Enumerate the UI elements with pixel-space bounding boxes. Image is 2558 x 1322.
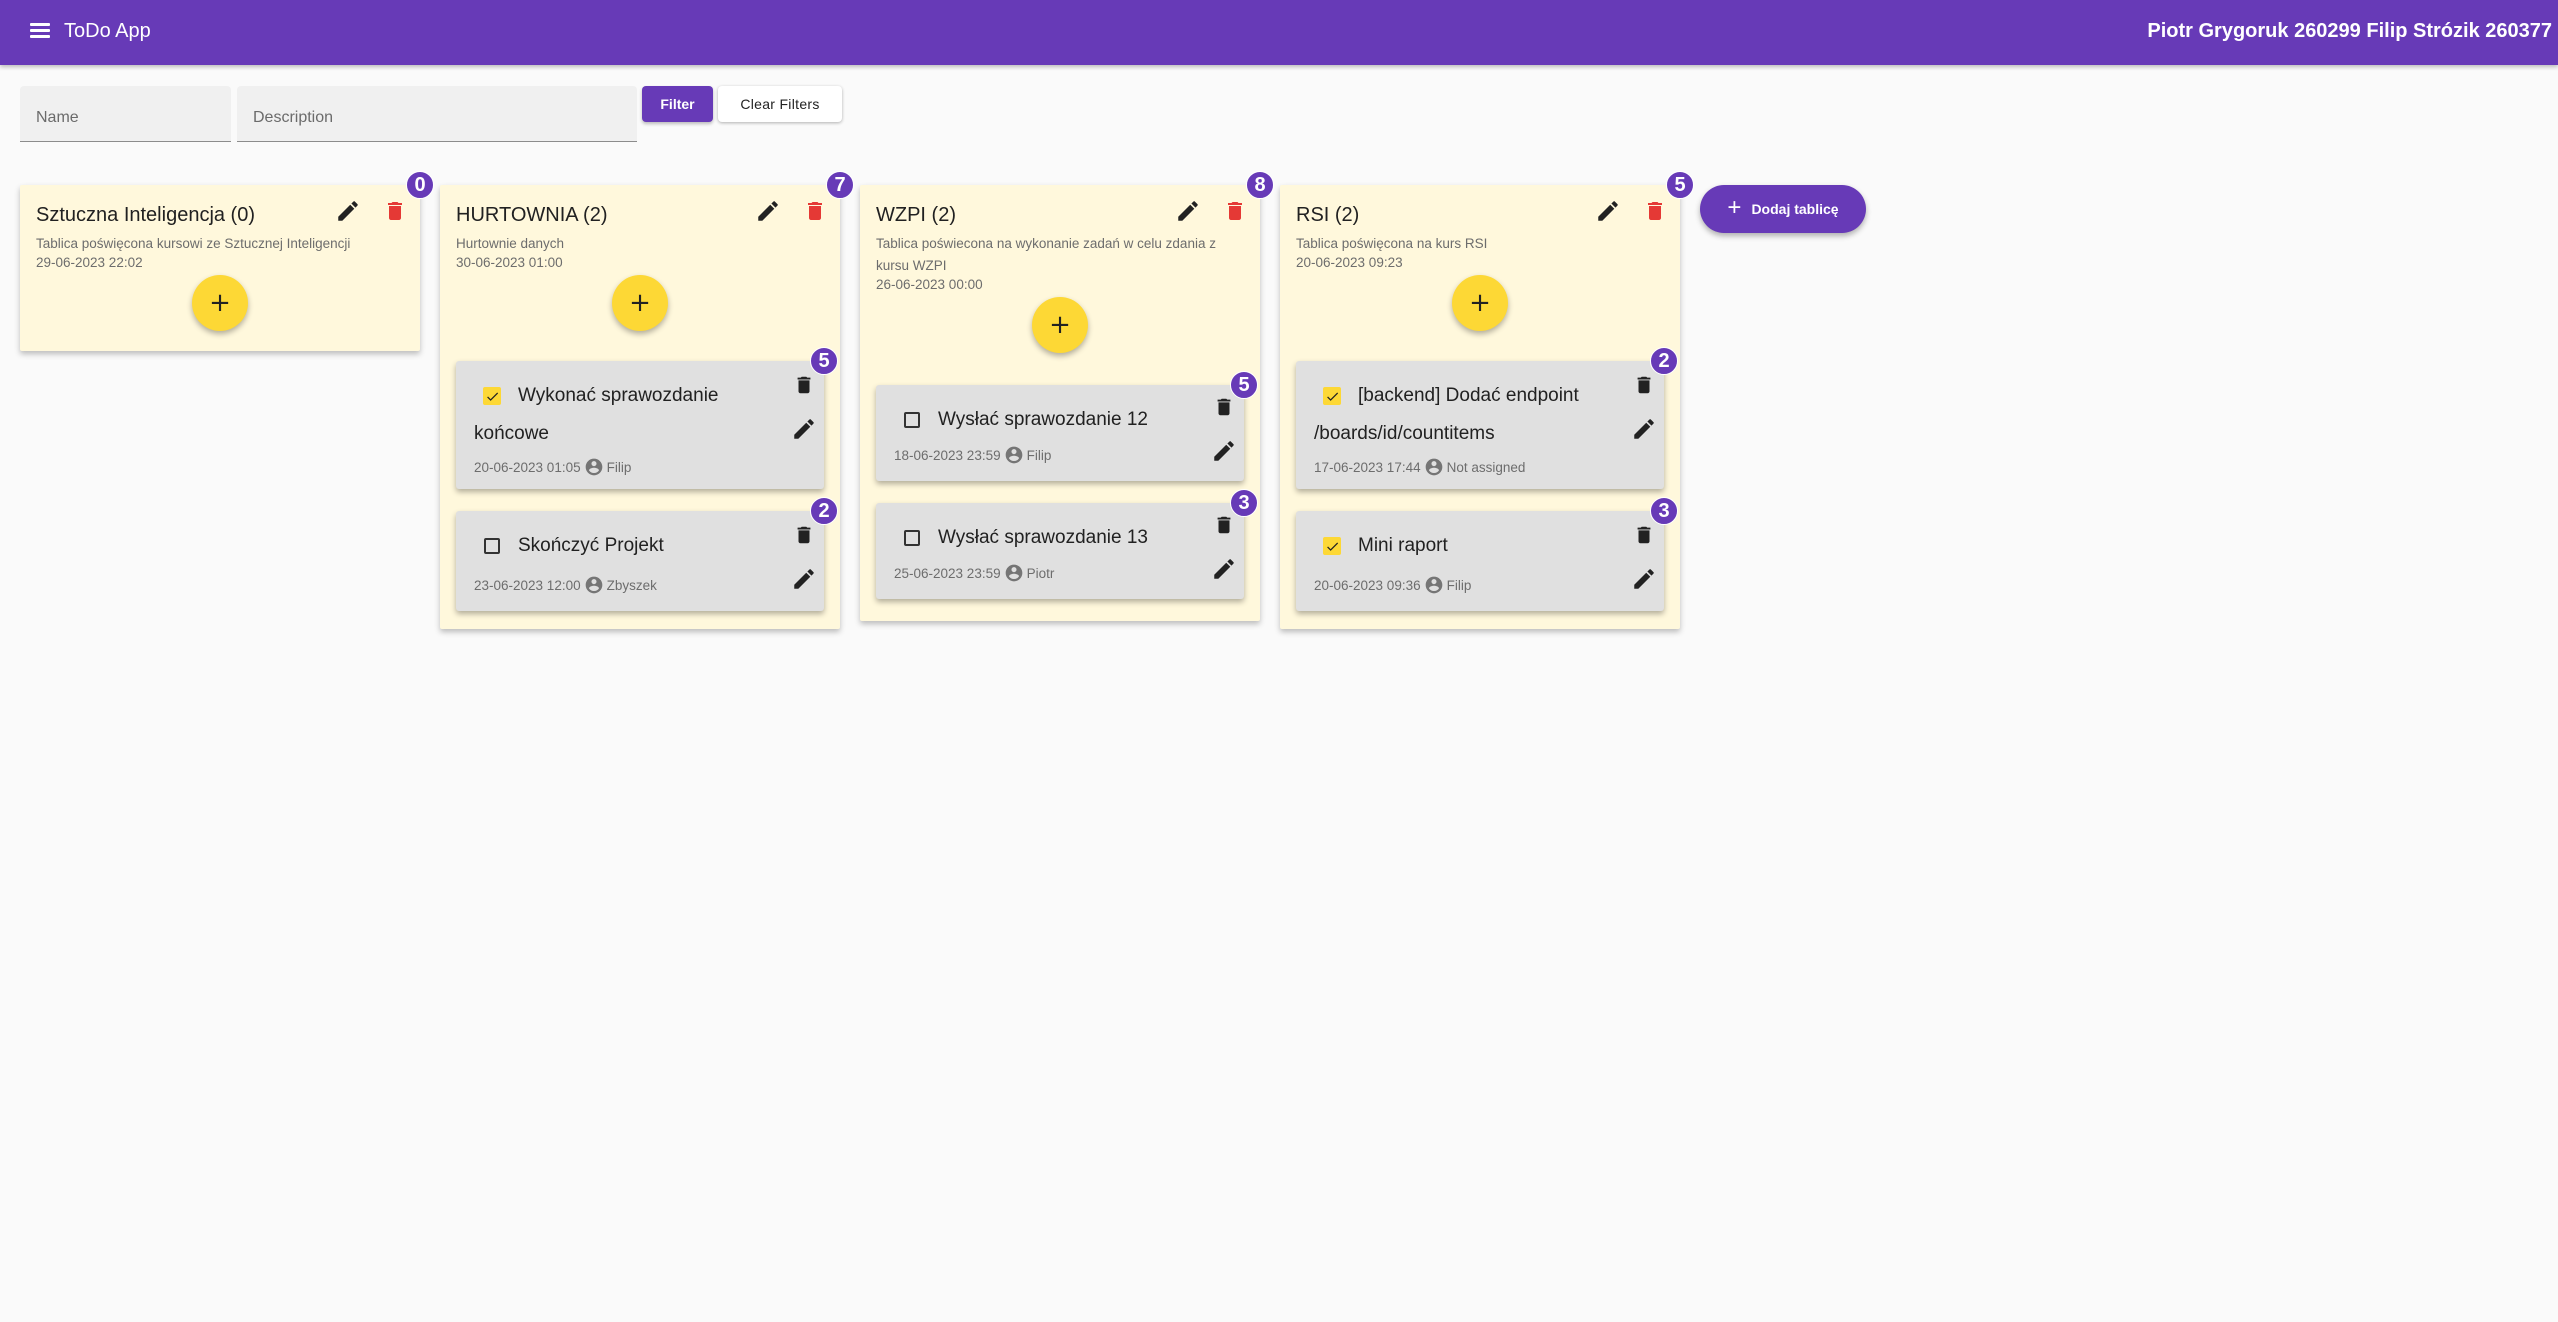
- task-meta: 20-06-2023 09:36 Filip: [1314, 575, 1471, 595]
- person-icon: [584, 457, 604, 477]
- delete-icon[interactable]: [1639, 195, 1671, 227]
- edit-icon[interactable]: [332, 195, 364, 227]
- description-filter-input[interactable]: [237, 86, 637, 141]
- board-card: WZPI (2) Tablica poświecona na wykonanie…: [860, 171, 1274, 621]
- task-title: Skończyć Projekt: [518, 535, 664, 556]
- board-date: 29-06-2023 22:02: [36, 255, 143, 270]
- edit-task-icon[interactable]: [788, 413, 820, 445]
- board-task-count-badge: 8: [1246, 171, 1274, 199]
- task-assignee: Zbyszek: [606, 577, 657, 593]
- add-board-button[interactable]: + Dodaj tablicę: [1700, 185, 1866, 233]
- task-badge: 5: [810, 347, 838, 375]
- board-task-count-badge: 7: [826, 171, 854, 199]
- app-title: ToDo App: [64, 20, 151, 42]
- task-meta: 20-06-2023 01:05 Filip: [474, 457, 631, 477]
- task-badge: 5: [1230, 371, 1258, 399]
- add-task-button[interactable]: +: [1032, 297, 1088, 353]
- board-date: 26-06-2023 00:00: [876, 277, 983, 292]
- edit-icon[interactable]: [1172, 195, 1204, 227]
- person-icon: [1424, 575, 1444, 595]
- task-date: 17-06-2023 17:44: [1314, 459, 1421, 475]
- board-title: RSI (2): [1296, 204, 1360, 226]
- task-badge: 3: [1650, 497, 1678, 525]
- task-date: 20-06-2023 01:05: [474, 459, 581, 475]
- board-description: Tablica poświecona na wykonanie zadań w …: [876, 236, 1216, 273]
- delete-icon[interactable]: [799, 195, 831, 227]
- person-icon: [584, 575, 604, 595]
- task-meta: 18-06-2023 23:59 Filip: [894, 445, 1051, 465]
- clear-filters-button[interactable]: Clear Filters: [718, 86, 842, 122]
- delete-task-icon[interactable]: [1628, 519, 1660, 551]
- delete-icon[interactable]: [1219, 195, 1251, 227]
- task-meta: 25-06-2023 23:59 Piotr: [894, 563, 1054, 583]
- authors-label: Piotr Grygoruk 260299 Filip Strózik 2603…: [2147, 20, 2552, 42]
- edit-task-icon[interactable]: [788, 563, 820, 595]
- add-task-button[interactable]: +: [1452, 275, 1508, 331]
- delete-task-icon[interactable]: [788, 519, 820, 551]
- task-date: 23-06-2023 12:00: [474, 577, 581, 593]
- board-title: WZPI (2): [876, 204, 956, 226]
- task-date: 18-06-2023 23:59: [894, 447, 1001, 463]
- add-task-button[interactable]: +: [192, 275, 248, 331]
- board-description: Hurtownie danych: [456, 236, 565, 251]
- delete-task-icon[interactable]: [1628, 369, 1660, 401]
- board-task-count-badge: 5: [1666, 171, 1694, 199]
- filter-button[interactable]: Filter: [642, 86, 713, 122]
- board-description: Tablica poświęcona kursowi ze Sztucznej …: [36, 236, 351, 251]
- delete-icon[interactable]: [379, 195, 411, 227]
- task-assignee: Not assigned: [1446, 459, 1526, 475]
- task-assignee: Filip: [1026, 447, 1052, 463]
- task-assignee: Filip: [1446, 577, 1472, 593]
- task-meta: 23-06-2023 12:00 Zbyszek: [474, 575, 657, 595]
- edit-task-icon[interactable]: [1628, 563, 1660, 595]
- task-title: Wykonać sprawozdanie końcowe: [474, 385, 719, 444]
- menu-icon[interactable]: [26, 20, 54, 46]
- edit-task-icon[interactable]: [1208, 553, 1240, 585]
- person-icon: [1004, 445, 1024, 465]
- task-badge: 2: [810, 497, 838, 525]
- board-title: HURTOWNIA (2): [456, 204, 608, 226]
- board-card: HURTOWNIA (2) Hurtownie danych 30-06-202…: [440, 171, 854, 629]
- edit-task-icon[interactable]: [1208, 435, 1240, 467]
- board-card: Sztuczna Inteligencja (0) Tablica poświę…: [20, 171, 434, 351]
- task-card: Mini raport 20-06-2023 09:36 Filip 3: [1296, 497, 1678, 611]
- task-badge: 2: [1650, 347, 1678, 375]
- task-assignee: Filip: [606, 459, 632, 475]
- plus-icon: +: [1727, 194, 1742, 221]
- board-task-count-badge: 0: [406, 171, 434, 199]
- add-board-label: Dodaj tablicę: [1751, 201, 1839, 217]
- delete-task-icon[interactable]: [788, 369, 820, 401]
- task-title: Wysłać sprawozdanie 13: [938, 527, 1148, 548]
- board-description: Tablica poświęcona na kurs RSI: [1296, 236, 1488, 251]
- task-card: Wykonać sprawozdanie końcowe 20-06-2023 …: [456, 347, 838, 489]
- board-date: 20-06-2023 09:23: [1296, 255, 1403, 270]
- person-icon: [1004, 563, 1024, 583]
- task-badge: 3: [1230, 489, 1258, 517]
- name-filter-input[interactable]: [20, 86, 231, 141]
- task-meta: 17-06-2023 17:44 Not assigned: [1314, 457, 1525, 477]
- task-title: Mini raport: [1358, 535, 1448, 556]
- board-title: Sztuczna Inteligencja (0): [36, 204, 256, 226]
- task-title: Wysłać sprawozdanie 12: [938, 409, 1148, 430]
- task-card: Wysłać sprawozdanie 12 18-06-2023 23:59 …: [876, 371, 1258, 481]
- add-task-button[interactable]: +: [612, 275, 668, 331]
- board-card: RSI (2) Tablica poświęcona na kurs RSI 2…: [1280, 171, 1694, 629]
- task-card: Wysłać sprawozdanie 13 25-06-2023 23:59 …: [876, 489, 1258, 599]
- description-filter-field[interactable]: [237, 86, 637, 142]
- task-date: 25-06-2023 23:59: [894, 565, 1001, 581]
- edit-task-icon[interactable]: [1628, 413, 1660, 445]
- edit-icon[interactable]: [752, 195, 784, 227]
- task-title: [backend] Dodać endpoint /boards/id/coun…: [1314, 385, 1579, 444]
- person-icon: [1424, 457, 1444, 477]
- board-date: 30-06-2023 01:00: [456, 255, 563, 270]
- task-card: [backend] Dodać endpoint /boards/id/coun…: [1296, 347, 1678, 489]
- app-toolbar: ToDo App Piotr Grygoruk 260299 Filip Str…: [0, 0, 2558, 65]
- name-filter-field[interactable]: [20, 86, 231, 142]
- edit-icon[interactable]: [1592, 195, 1624, 227]
- task-assignee: Piotr: [1026, 565, 1055, 581]
- task-card: Skończyć Projekt 23-06-2023 12:00 Zbysze…: [456, 497, 838, 611]
- task-date: 20-06-2023 09:36: [1314, 577, 1421, 593]
